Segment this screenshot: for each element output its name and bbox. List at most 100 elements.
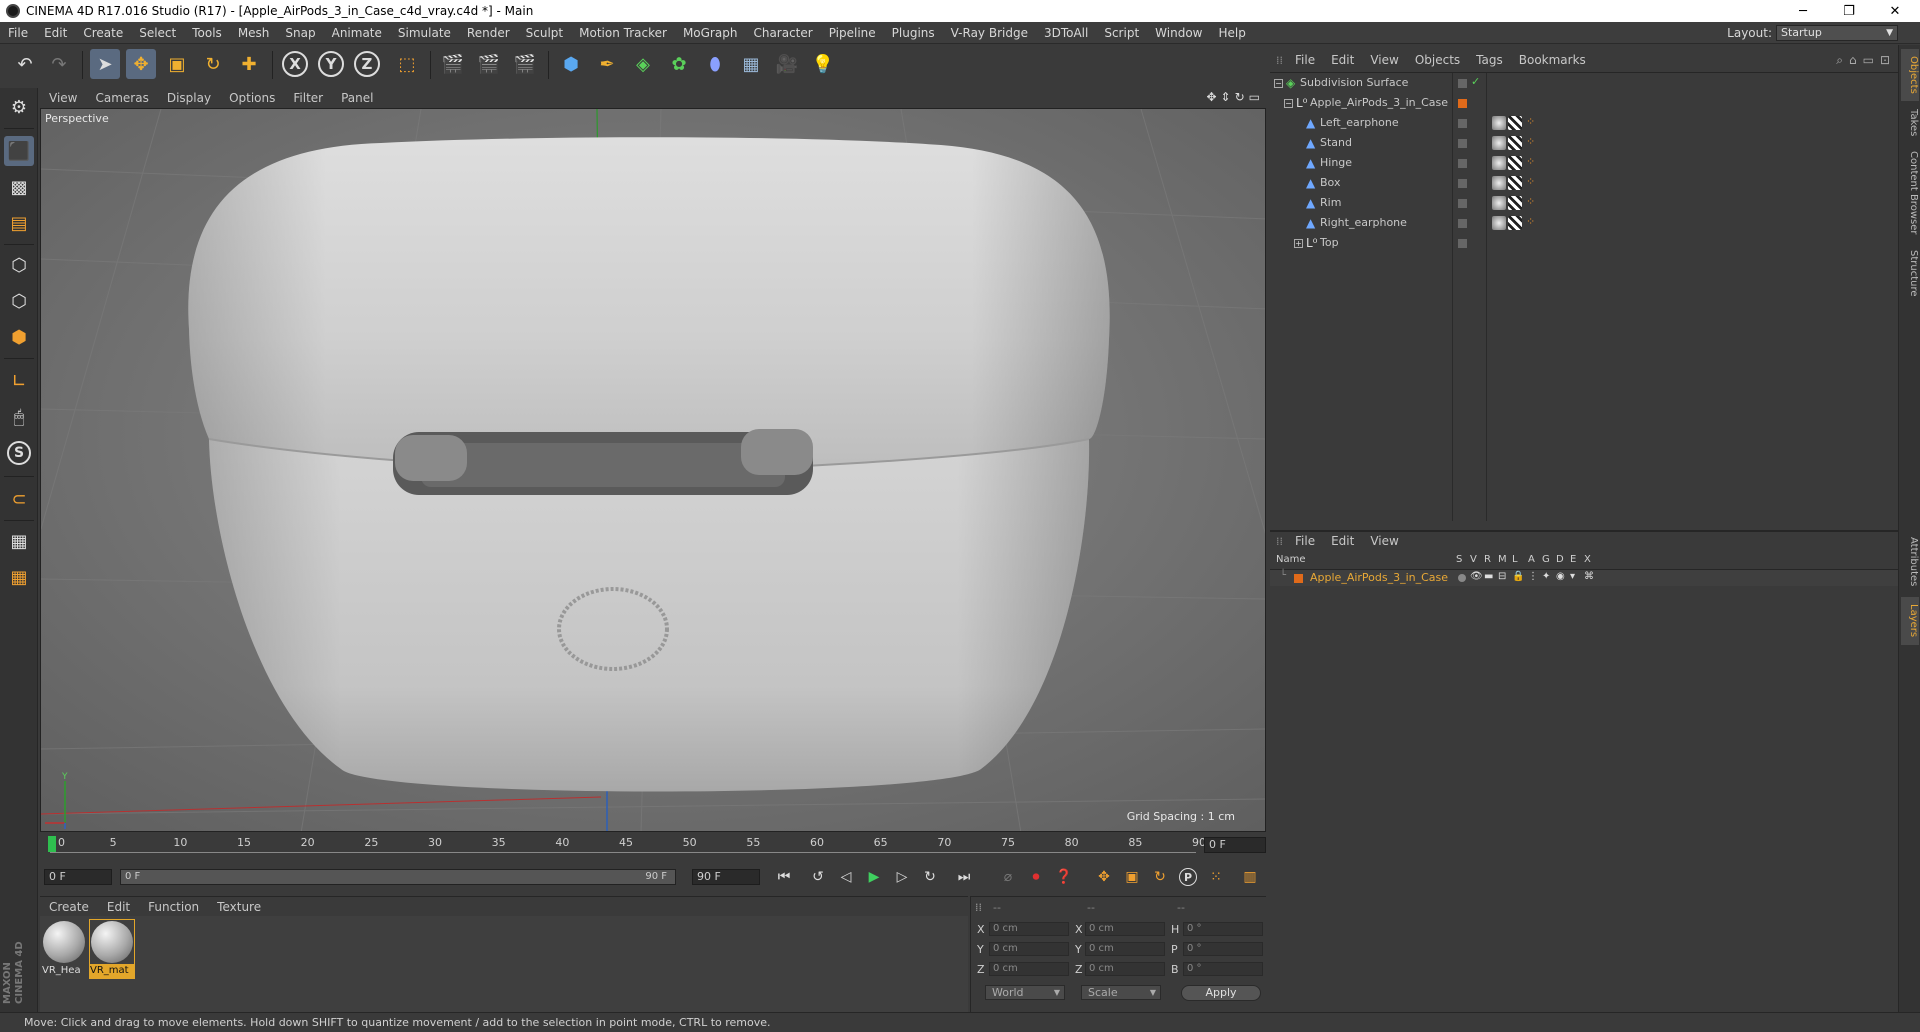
- selection-tag-icon[interactable]: ⁘: [1526, 175, 1535, 188]
- record-rotation-button[interactable]: ↻: [1148, 866, 1172, 888]
- uvw-tag-icon[interactable]: [1508, 176, 1522, 190]
- uvw-tag-icon[interactable]: [1508, 216, 1522, 230]
- add-camera-button[interactable]: 🎥: [772, 49, 802, 79]
- end-frame-field[interactable]: 90 F: [692, 869, 760, 885]
- menu-create[interactable]: Create: [75, 22, 131, 44]
- minimize-button[interactable]: ─: [1780, 0, 1826, 22]
- xref-icon[interactable]: ⌘: [1584, 571, 1594, 582]
- phong-tag-icon[interactable]: [1492, 176, 1506, 190]
- om-menu-bookmarks[interactable]: Bookmarks: [1511, 53, 1594, 67]
- menu-mesh[interactable]: Mesh: [230, 22, 278, 44]
- axis-mode-button[interactable]: ∟: [4, 366, 34, 396]
- layer-color-swatch[interactable]: [1458, 99, 1467, 108]
- selection-tag-icon[interactable]: ⁘: [1526, 155, 1535, 168]
- expand-icon[interactable]: ⊡: [1880, 53, 1890, 68]
- menu-vray-bridge[interactable]: V-Ray Bridge: [943, 22, 1036, 44]
- material-menu-function[interactable]: Function: [139, 900, 208, 914]
- material-swatch-selected[interactable]: VR_mat: [89, 919, 135, 979]
- search-icon[interactable]: ⌕: [1836, 53, 1843, 68]
- timeline-ruler[interactable]: 0 5 10 15 20 25 30 35 40 45 50 55 60 65 70 75 80 85 90 0 F: [40, 834, 1266, 858]
- add-deformer-button[interactable]: ⬮: [700, 49, 730, 79]
- rotation-h-field[interactable]: 0 °: [1183, 922, 1263, 936]
- menu-plugins[interactable]: Plugins: [884, 22, 943, 44]
- texture-mode-button[interactable]: ▩: [4, 172, 34, 202]
- tab-takes[interactable]: Takes: [1901, 103, 1919, 143]
- menu-select[interactable]: Select: [131, 22, 184, 44]
- layer-row[interactable]: └ Apple_AirPods_3_in_Case 👁 ▬ ⊟ 🔒 ⋮ ✦ ◉ …: [1270, 570, 1898, 586]
- tab-structure[interactable]: Structure: [1901, 243, 1919, 303]
- object-row-stand[interactable]: ▲ Stand ⁘: [1270, 133, 1898, 153]
- solo-toggle[interactable]: [1458, 574, 1466, 582]
- go-to-previous-key-button[interactable]: ↺: [806, 866, 830, 888]
- y-axis-lock[interactable]: Y: [318, 51, 344, 77]
- uvw-tag-icon[interactable]: [1508, 196, 1522, 210]
- tab-attributes[interactable]: Attributes: [1901, 529, 1919, 595]
- move-tool[interactable]: ✥: [126, 49, 156, 79]
- autokeying-button[interactable]: ⏺: [1024, 866, 1048, 888]
- selection-tag-icon[interactable]: ⁘: [1526, 195, 1535, 208]
- polygons-mode-button[interactable]: ⬢: [4, 322, 34, 352]
- new-window-icon[interactable]: ▭: [1863, 53, 1874, 68]
- planar-workplane-button[interactable]: ▦: [4, 562, 34, 592]
- layer-color-swatch[interactable]: [1294, 574, 1303, 583]
- eye-icon[interactable]: 👁: [1470, 571, 1483, 582]
- apply-button[interactable]: Apply: [1181, 985, 1261, 1001]
- tab-layers[interactable]: Layers: [1901, 597, 1919, 645]
- object-row-box[interactable]: ▲ Box ⁘: [1270, 173, 1898, 193]
- lm-menu-file[interactable]: File: [1287, 534, 1323, 548]
- size-mode-dropdown[interactable]: Scale ▼: [1081, 985, 1161, 1000]
- om-menu-tags[interactable]: Tags: [1468, 53, 1511, 67]
- live-selection-tool[interactable]: ➤: [90, 49, 120, 79]
- material-menu-texture[interactable]: Texture: [208, 900, 270, 914]
- menu-render[interactable]: Render: [459, 22, 518, 44]
- menu-window[interactable]: Window: [1147, 22, 1210, 44]
- tab-objects[interactable]: Objects: [1901, 49, 1919, 101]
- viewport-menu-display[interactable]: Display: [158, 91, 220, 105]
- record-parameter-button[interactable]: P: [1176, 866, 1200, 888]
- phong-tag-icon[interactable]: [1492, 196, 1506, 210]
- record-point-level-button[interactable]: ⁙: [1204, 866, 1228, 888]
- menu-script[interactable]: Script: [1096, 22, 1147, 44]
- menu-3dtoall[interactable]: 3DToAll: [1036, 22, 1096, 44]
- menu-edit[interactable]: Edit: [36, 22, 75, 44]
- generator-icon[interactable]: ✦: [1542, 571, 1550, 582]
- viewport-menu-filter[interactable]: Filter: [284, 91, 332, 105]
- layer-flag[interactable]: [1458, 79, 1467, 88]
- menu-motion-tracker[interactable]: Motion Tracker: [571, 22, 675, 44]
- model-mode-button[interactable]: ⬛: [4, 136, 34, 166]
- go-to-next-frame-button[interactable]: ▷: [890, 866, 914, 888]
- menu-tools[interactable]: Tools: [184, 22, 230, 44]
- object-row-right-earphone[interactable]: ▲ Right_earphone ⁘: [1270, 213, 1898, 233]
- scale-tool[interactable]: ▣: [162, 49, 192, 79]
- record-position-button[interactable]: ✥: [1092, 866, 1116, 888]
- selection-tag-icon[interactable]: ⁘: [1526, 115, 1535, 128]
- keyframe-selection-button[interactable]: ❓: [1052, 866, 1076, 888]
- lock-workplane-button[interactable]: ▦: [4, 526, 34, 556]
- viewport-menu-options[interactable]: Options: [220, 91, 284, 105]
- om-menu-view[interactable]: View: [1362, 53, 1406, 67]
- layer-flag[interactable]: [1458, 219, 1467, 228]
- go-to-start-button[interactable]: ⏮: [772, 866, 796, 888]
- position-z-field[interactable]: 0 cm: [989, 962, 1069, 976]
- menu-help[interactable]: Help: [1210, 22, 1253, 44]
- edges-mode-button[interactable]: ⬡: [4, 286, 34, 316]
- object-row-rim[interactable]: ▲ Rim ⁘: [1270, 193, 1898, 213]
- make-editable-button[interactable]: ⚙: [4, 92, 34, 122]
- add-cube-button[interactable]: ⬢: [556, 49, 586, 79]
- size-z-field[interactable]: 0 cm: [1085, 962, 1165, 976]
- layer-flag[interactable]: [1458, 119, 1467, 128]
- object-row-top[interactable]: + L⁰ Top: [1270, 233, 1898, 253]
- coordinate-system-dropdown[interactable]: World ▼: [985, 985, 1065, 1000]
- selection-tag-icon[interactable]: ⁘: [1526, 135, 1535, 148]
- current-frame-field[interactable]: 0 F: [1204, 837, 1266, 853]
- material-swatch[interactable]: VR_Hea: [42, 920, 86, 978]
- render-view-button[interactable]: 🎬: [438, 49, 468, 79]
- menu-character[interactable]: Character: [745, 22, 820, 44]
- rotate-tool[interactable]: ↻: [198, 49, 228, 79]
- menu-simulate[interactable]: Simulate: [390, 22, 459, 44]
- home-icon[interactable]: ⌂: [1849, 53, 1857, 68]
- size-x-field[interactable]: 0 cm: [1085, 922, 1165, 936]
- tweak-mode-button[interactable]: 🖱: [4, 402, 34, 432]
- collapse-toggle[interactable]: −: [1274, 79, 1283, 88]
- undo-button[interactable]: ↶: [10, 49, 40, 79]
